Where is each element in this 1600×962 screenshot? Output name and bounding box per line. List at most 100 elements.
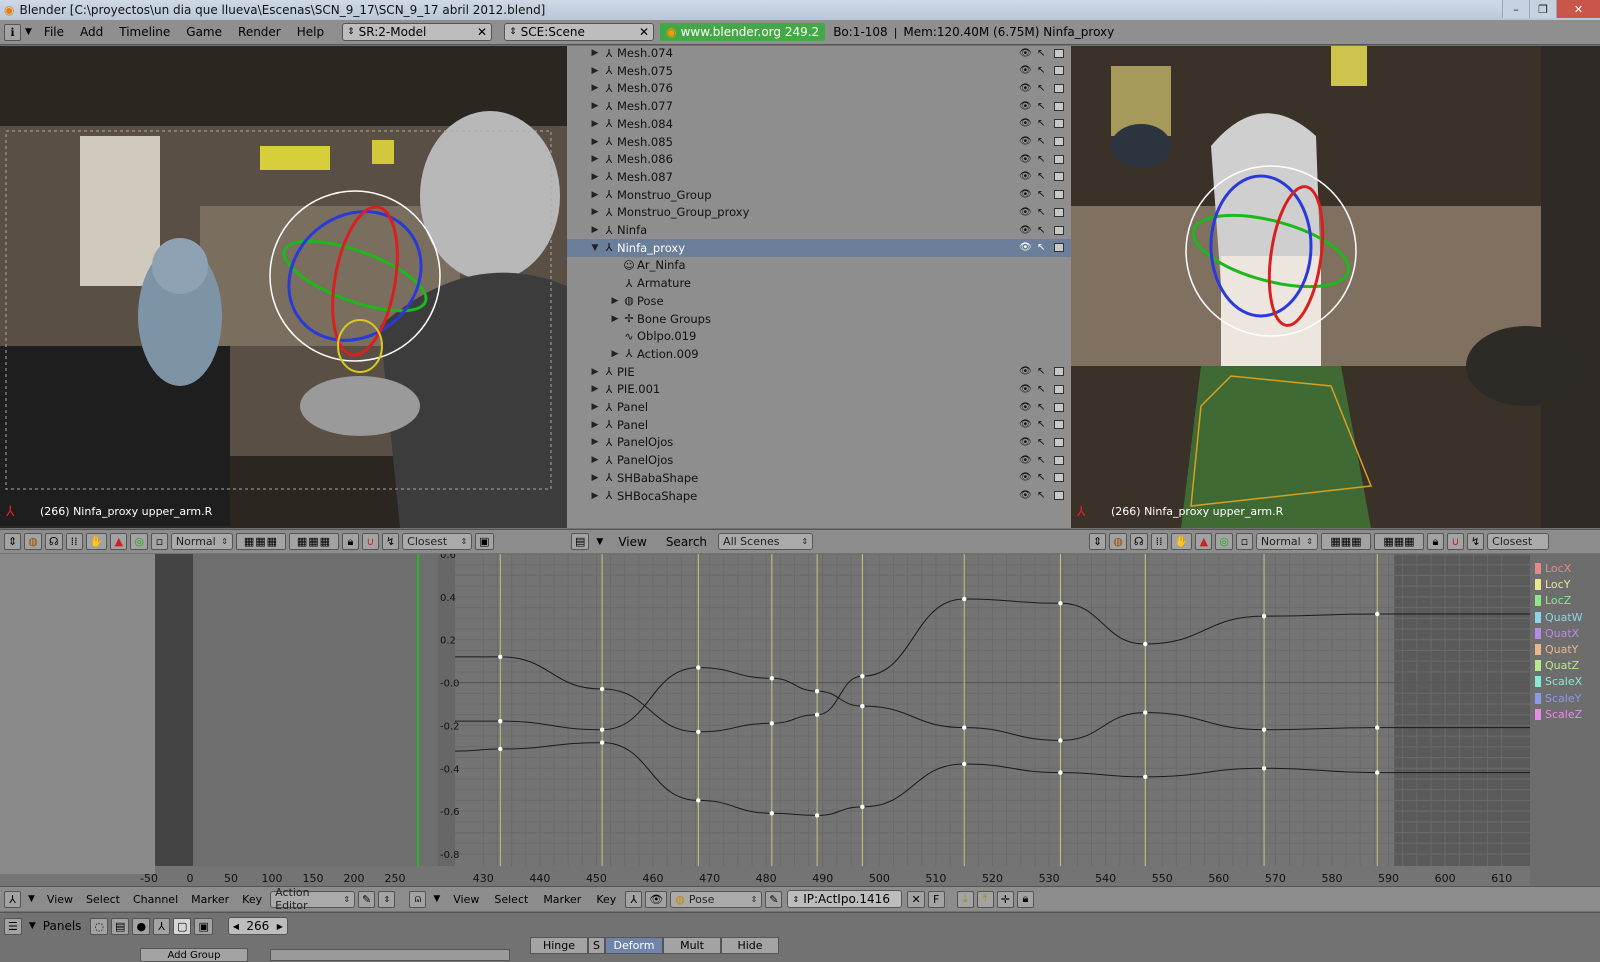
outliner-row[interactable]: ∿ Oblpo.019 — [567, 327, 1071, 345]
layer-buttons[interactable] — [270, 949, 510, 961]
minimize-button[interactable]: – — [1502, 0, 1529, 18]
outliner-row[interactable]: ▶ ⅄ PIE 👁︎ ↖ — [567, 363, 1071, 381]
keyframe-point[interactable] — [1375, 725, 1380, 730]
outliner-row[interactable]: ▶ ⅄ Mesh.084 👁︎ ↖ — [567, 115, 1071, 133]
armature-icon[interactable]: ⅄ — [625, 890, 643, 908]
selectable-pointer-icon[interactable]: ↖ — [1037, 490, 1045, 501]
keyframe-point[interactable] — [860, 703, 865, 709]
selectable-pointer-icon[interactable]: ↖ — [1037, 118, 1045, 129]
outliner-row[interactable]: ▶ ◍ Pose — [567, 292, 1071, 310]
collapse-arrow-icon[interactable]: ▼ — [596, 537, 603, 547]
view-rotate-icon[interactable]: ☊ — [44, 533, 63, 550]
screen-selector[interactable]: ⇕ SR:2-Model ✕ — [342, 23, 493, 41]
add-group-button[interactable]: Add Group — [140, 948, 248, 962]
visibility-eye-icon[interactable]: 👁︎ — [1019, 189, 1032, 200]
selectable-pointer-icon[interactable]: ↖ — [1037, 455, 1045, 466]
keyframe-point[interactable] — [498, 654, 503, 660]
layers-icon[interactable]: ⁞⁞ — [1150, 533, 1168, 550]
visibility-eye-icon[interactable]: 👁︎ — [1019, 419, 1032, 430]
outliner-row[interactable]: ▶ ⅄ PIE.001 👁︎ ↖ — [567, 380, 1071, 398]
maximize-button[interactable]: ❐ — [1529, 0, 1556, 18]
visibility-eye-icon[interactable]: 👁︎ — [1019, 242, 1032, 253]
selectable-pointer-icon[interactable]: ↖ — [1037, 189, 1045, 200]
expand-arrow-icon[interactable]: ▶ — [589, 367, 601, 377]
outliner-row[interactable]: ☺ Ar_Ninfa — [567, 256, 1071, 274]
expand-arrow-icon[interactable]: ▶ — [589, 491, 601, 501]
outliner-row[interactable]: ▶ ⅄ Panel 👁︎ ↖ — [567, 416, 1071, 434]
visibility-eye-icon[interactable]: 👁︎ — [1019, 437, 1032, 448]
visibility-eye-icon[interactable]: 👁︎ — [1019, 455, 1032, 466]
updown-icon[interactable]: ⇕ — [378, 890, 396, 908]
renderable-icon[interactable] — [1054, 225, 1064, 235]
renderable-icon[interactable] — [1054, 243, 1064, 253]
keyframe-point[interactable] — [1058, 770, 1063, 775]
layers-icon[interactable]: ⁞⁞ — [65, 533, 83, 550]
visibility-eye-icon[interactable]: 👁︎ — [1019, 136, 1032, 147]
outliner-row[interactable]: ▶ ⅄ Monstruo_Group 👁︎ ↖ — [567, 186, 1071, 204]
outliner-scope-select[interactable]: All Scenes ⇕ — [718, 533, 814, 550]
fake-user-button[interactable]: F — [927, 890, 945, 908]
visibility-eye-icon[interactable]: 👁︎ — [1019, 490, 1032, 501]
rotate-icon[interactable]: ◎ — [1215, 533, 1233, 550]
editing-icon[interactable]: ▢ — [173, 917, 192, 935]
keyframe-point[interactable] — [769, 676, 775, 681]
legend-item[interactable]: QuatZ — [1535, 659, 1579, 672]
expand-arrow-icon[interactable]: ▶ — [589, 455, 601, 465]
hand-tool-icon[interactable]: ✋ — [85, 533, 108, 550]
ipo-menu-view[interactable]: View — [447, 893, 485, 906]
action-menu-view[interactable]: View — [42, 893, 78, 906]
3d-viewport-left[interactable]: (266) Ninfa_proxy upper_arm.R ⅄ — [0, 46, 567, 528]
outliner-row[interactable]: ⅄ Armature — [567, 274, 1071, 292]
keyframe-point[interactable] — [1143, 774, 1148, 780]
expand-arrow-icon[interactable]: ▶ — [589, 437, 601, 447]
renderable-icon[interactable] — [1054, 137, 1064, 146]
visibility-eye-icon[interactable]: 👁︎ — [1019, 366, 1032, 377]
snap-mode-select-right[interactable]: Closest — [1487, 533, 1550, 550]
key-copy-up-icon[interactable]: ⤒ — [976, 890, 994, 908]
visibility-eye-icon[interactable]: 👁︎ — [1019, 207, 1032, 218]
keyframe-point[interactable] — [962, 725, 967, 730]
keyframe-point[interactable] — [1261, 727, 1267, 732]
outliner-row[interactable]: ▶ ⅄ Mesh.086 👁︎ ↖ — [567, 150, 1071, 168]
scene-selector[interactable]: ⇕ SCE:Scene ✕ — [504, 23, 655, 41]
selectable-pointer-icon[interactable]: ↖ — [1037, 472, 1045, 483]
buttons-type-icon[interactable]: ☰ — [4, 917, 22, 935]
keyframe-point[interactable] — [1375, 611, 1380, 617]
selectable-pointer-icon[interactable]: ↖ — [1037, 402, 1045, 413]
renderable-icon[interactable] — [1054, 402, 1064, 412]
outliner-menu-search[interactable]: Search — [658, 535, 715, 549]
legend-item[interactable]: ScaleX — [1535, 675, 1582, 688]
editor-type-icon[interactable]: ⇕ — [1089, 533, 1107, 550]
lock-icon[interactable]: 🔒︎ — [1016, 890, 1034, 908]
collapse-arrow-icon[interactable]: ▼ — [433, 894, 440, 904]
expand-arrow-icon[interactable]: ▶ — [589, 154, 601, 164]
expand-arrow-icon[interactable]: ▶ — [589, 384, 601, 394]
renderable-icon[interactable] — [1054, 367, 1064, 377]
selectable-pointer-icon[interactable]: ↖ — [1037, 242, 1045, 253]
keyframe-point[interactable] — [860, 673, 865, 679]
renderable-icon[interactable] — [1054, 420, 1064, 430]
visibility-eye-icon[interactable]: 👁︎ — [1019, 118, 1032, 129]
renderable-icon[interactable] — [1054, 190, 1064, 200]
script-icon[interactable]: ▤ — [111, 917, 130, 935]
outliner-row[interactable]: ▶ ✢ Bone Groups — [567, 310, 1071, 328]
magnet-icon[interactable]: ∪ — [1446, 533, 1464, 550]
hinge-button[interactable]: Hinge — [530, 937, 588, 954]
ipo-menu-select[interactable]: Select — [488, 893, 534, 906]
outliner-row[interactable]: ▶ ⅄ Ninfa 👁︎ ↖ — [567, 221, 1071, 239]
collapse-arrow-icon[interactable]: ▼ — [25, 27, 32, 37]
hide-button[interactable]: Hide — [721, 937, 779, 954]
keyframe-point[interactable] — [769, 721, 775, 726]
visibility-eye-icon[interactable]: 👁︎ — [1019, 171, 1032, 182]
selectable-pointer-icon[interactable]: ↖ — [1037, 154, 1045, 165]
renderable-icon[interactable] — [1054, 172, 1064, 182]
translate-icon[interactable]: ▲ — [110, 533, 128, 550]
legend-item[interactable]: QuatW — [1535, 611, 1583, 624]
selectable-pointer-icon[interactable]: ↖ — [1037, 366, 1045, 377]
3d-viewport-right[interactable]: (266) Ninfa_proxy upper_arm.R ⅄ — [1071, 46, 1600, 528]
outliner-type-icon[interactable]: ▤ — [571, 533, 590, 550]
keyframe-point[interactable] — [1261, 766, 1267, 771]
legend-item[interactable]: LocX — [1535, 562, 1571, 575]
ipo-graph[interactable]: 0.60.40.2-0.0-0.2-0.4-0.6-0.8 430 440 450 4… — [0, 550, 1600, 886]
ipo-menu-key[interactable]: Key — [590, 893, 622, 906]
